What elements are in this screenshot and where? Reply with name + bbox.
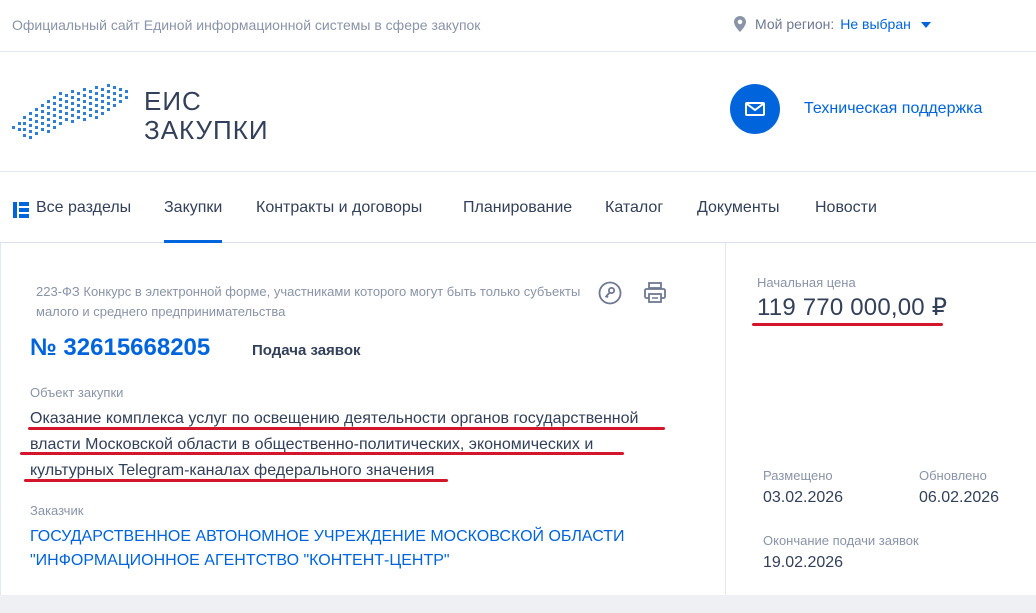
- registry-number[interactable]: № 32615668205: [30, 334, 210, 362]
- logo-line2: ЗАКУПКИ: [144, 115, 269, 145]
- procurement-object: Оказание комплекса услуг по освещению де…: [30, 406, 680, 484]
- object-label: Объект закупки: [30, 385, 124, 400]
- region-value[interactable]: Не выбран: [840, 16, 911, 32]
- nav-contracts[interactable]: Контракты и договоры: [256, 199, 422, 217]
- key-icon[interactable]: [598, 281, 622, 305]
- region-selector[interactable]: Мой регион: Не выбран: [733, 16, 931, 32]
- nav-planning[interactable]: Планирование: [463, 199, 572, 217]
- card-border: [0, 243, 1, 595]
- card-divider: [725, 243, 726, 595]
- price-label: Начальная цена: [757, 275, 856, 290]
- logo-line1: ЕИС: [144, 86, 202, 116]
- procurement-status: Подача заявок: [252, 342, 361, 359]
- nav-procurements[interactable]: Закупки: [164, 199, 223, 243]
- customer-line[interactable]: ГОСУДАРСТВЕННОЕ АВТОНОМНОЕ УЧРЕЖДЕНИЕ МО…: [30, 525, 670, 549]
- highlight-underline: [24, 479, 448, 482]
- region-label: Мой регион:: [755, 16, 835, 32]
- tech-support-link[interactable]: Техническая поддержка: [730, 84, 982, 134]
- site-header: ЕИС ЗАКУПКИ Техническая поддержка: [0, 52, 1036, 172]
- russia-map-logo: [12, 84, 128, 139]
- updated-date: 06.02.2026: [919, 489, 1000, 506]
- deadline-label: Окончание подачи заявок: [763, 533, 919, 548]
- customer-line[interactable]: "ИНФОРМАЦИОННОЕ АГЕНТСТВО "КОНТЕНТ-ЦЕНТР…: [30, 549, 670, 573]
- customer-label: Заказчик: [30, 503, 84, 518]
- printer-icon[interactable]: [643, 281, 667, 305]
- location-pin-icon: [734, 16, 746, 32]
- highlight-underline: [28, 427, 665, 430]
- page-footer-strip: [0, 595, 1036, 613]
- nav-news[interactable]: Новости: [815, 199, 877, 217]
- site-description: Официальный сайт Единой информационной с…: [12, 17, 481, 33]
- updated-label: Обновлено: [919, 468, 987, 483]
- caret-down-icon[interactable]: [920, 22, 931, 28]
- nav-documents[interactable]: Документы: [697, 199, 779, 217]
- nav-catalog[interactable]: Каталог: [605, 199, 663, 217]
- published-label: Размещено: [763, 468, 833, 483]
- nav-all-sections[interactable]: Все разделы: [36, 199, 131, 217]
- grid-menu-icon[interactable]: [13, 202, 29, 218]
- main-nav: Все разделы Закупки Контракты и договоры…: [0, 173, 1036, 243]
- tech-support-label[interactable]: Техническая поддержка: [804, 100, 982, 118]
- top-bar: Официальный сайт Единой информационной с…: [0, 0, 1036, 52]
- customer-name-link[interactable]: ГОСУДАРСТВЕННОЕ АВТОНОМНОЕ УЧРЕЖДЕНИЕ МО…: [30, 525, 670, 573]
- deadline-date: 19.02.2026: [763, 554, 844, 571]
- price-value: 119 770 000,00 ₽: [757, 294, 948, 321]
- highlight-underline: [752, 323, 943, 326]
- published-date: 03.02.2026: [763, 489, 844, 506]
- procurement-type: 223-ФЗ Конкурс в электронной форме, учас…: [36, 284, 581, 319]
- envelope-icon[interactable]: [730, 84, 780, 134]
- eis-logo[interactable]: ЕИС ЗАКУПКИ: [10, 82, 270, 146]
- highlight-underline: [20, 452, 624, 455]
